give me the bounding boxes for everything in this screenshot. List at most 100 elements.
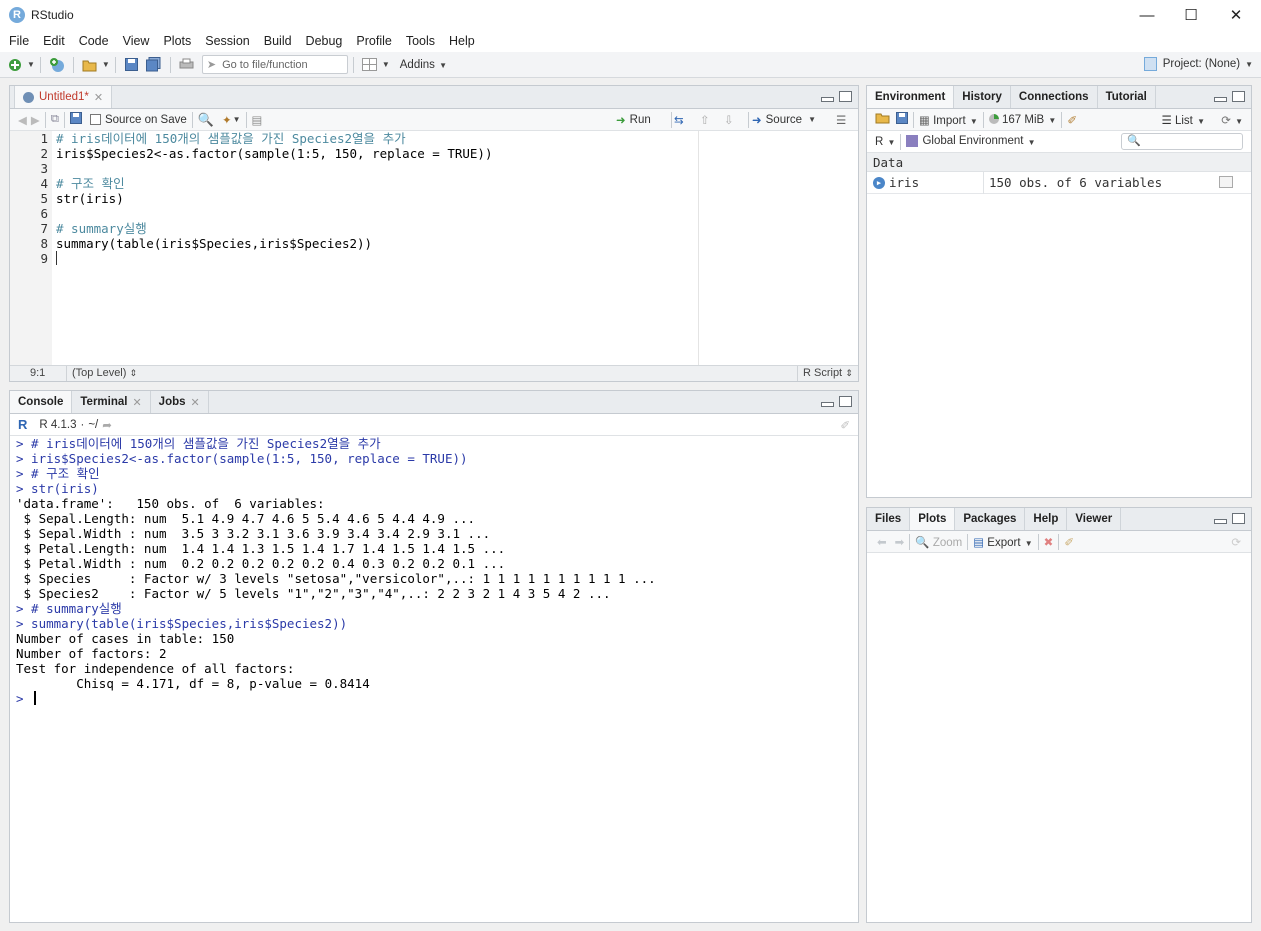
tab-environment[interactable]: Environment xyxy=(867,86,955,108)
minimize-pane-icon[interactable] xyxy=(1214,97,1227,102)
tab-environment-label: Environment xyxy=(875,91,946,103)
tab-history[interactable]: History xyxy=(954,86,1011,108)
back-icon[interactable]: ◀ xyxy=(18,113,27,127)
scope-selector[interactable]: (Top Level) ⇕ xyxy=(72,367,137,379)
remove-plot-icon[interactable]: ✖ xyxy=(1044,535,1054,549)
refresh-plot-icon[interactable]: ⟳ xyxy=(1231,535,1241,549)
import-dataset-button[interactable]: ▦ Import ▼ xyxy=(919,113,978,127)
console-output[interactable]: > # iris데이터에 150개의 샘플값을 가진 Species2열을 추가… xyxy=(10,436,858,922)
maximize-pane-icon[interactable] xyxy=(839,396,852,407)
close-tab-icon[interactable]: ✕ xyxy=(191,396,200,409)
new-file-icon[interactable] xyxy=(6,56,24,74)
project-menu[interactable]: Project: (None) ▼ xyxy=(1143,57,1253,71)
import-table-icon: ▦ xyxy=(919,114,930,127)
zoom-button[interactable]: 🔍 Zoom xyxy=(915,535,962,549)
open-folder-icon[interactable] xyxy=(81,56,99,74)
environment-row[interactable]: ▶ iris 150 obs. of 6 variables xyxy=(867,172,1251,194)
tab-jobs[interactable]: Jobs ✕ xyxy=(151,391,209,413)
close-button[interactable]: ✕ xyxy=(1213,0,1259,30)
tab-tutorial[interactable]: Tutorial xyxy=(1098,86,1156,108)
tab-viewer[interactable]: Viewer xyxy=(1067,508,1122,530)
toolbar-separator xyxy=(1037,533,1039,550)
environment-search-input[interactable]: 🔍 xyxy=(1121,133,1243,150)
code-area[interactable]: # iris데이터에 150개의 샘플값을 가진 Species2열을 추가 ir… xyxy=(56,131,858,365)
menu-view[interactable]: View xyxy=(116,34,157,48)
run-button[interactable]: ➜ Run xyxy=(616,113,651,127)
save-workspace-icon[interactable] xyxy=(896,112,908,127)
maximize-pane-icon[interactable] xyxy=(1232,91,1245,102)
close-tab-icon[interactable]: ✕ xyxy=(94,91,103,104)
source-button[interactable]: ➜ Source ▼ xyxy=(752,113,816,127)
menu-file[interactable]: File xyxy=(2,34,36,48)
new-file-caret-icon[interactable]: ▼ xyxy=(27,60,35,69)
tab-connections[interactable]: Connections xyxy=(1011,86,1098,108)
environment-selector[interactable]: Global Environment ▼ xyxy=(906,135,1036,148)
clear-plots-icon[interactable]: ✐ xyxy=(1064,535,1074,549)
find-icon[interactable]: 🔍 xyxy=(198,112,214,128)
memory-usage[interactable]: 167 MiB ▼ xyxy=(988,114,1056,126)
source-on-save-checkbox[interactable] xyxy=(89,114,101,125)
maximize-pane-icon[interactable] xyxy=(1232,513,1245,524)
view-data-icon[interactable] xyxy=(1219,176,1233,188)
menu-debug[interactable]: Debug xyxy=(299,34,350,48)
tab-console[interactable]: Console xyxy=(10,391,73,413)
menu-build[interactable]: Build xyxy=(257,34,299,48)
menu-session[interactable]: Session xyxy=(198,34,256,48)
go-down-icon[interactable]: ⇩ xyxy=(724,113,734,127)
minimize-pane-icon[interactable] xyxy=(1214,519,1227,524)
wd-arrow-icon[interactable]: ➦ xyxy=(102,418,112,432)
pane-layout-caret-icon[interactable]: ▼ xyxy=(382,60,390,69)
maximize-pane-icon[interactable] xyxy=(839,91,852,102)
goto-file-input[interactable]: ➤ Go to file/function xyxy=(201,55,348,74)
load-workspace-icon[interactable] xyxy=(875,112,890,127)
language-selector[interactable]: R ▼ xyxy=(875,136,895,148)
menu-profile[interactable]: Profile xyxy=(349,34,398,48)
document-outline-icon[interactable]: ☰ xyxy=(836,113,846,127)
refresh-icon[interactable]: ⟳ ▼ xyxy=(1221,113,1243,127)
code-tools-caret-icon[interactable]: ▼ xyxy=(233,115,241,124)
code-line: # iris데이터에 150개의 샘플값을 가진 Species2열을 추가 xyxy=(56,131,406,146)
minimize-button[interactable]: — xyxy=(1124,0,1170,30)
pane-layout-icon[interactable] xyxy=(361,56,379,74)
list-view-button[interactable]: ☰ List ▼ xyxy=(1161,113,1205,127)
save-icon[interactable] xyxy=(69,112,82,127)
menu-edit[interactable]: Edit xyxy=(36,34,72,48)
tab-files[interactable]: Files xyxy=(867,508,911,530)
close-tab-icon[interactable]: ✕ xyxy=(132,396,141,409)
minimize-pane-icon[interactable] xyxy=(821,97,834,102)
compile-report-icon[interactable]: ▤ xyxy=(252,113,263,127)
tab-untitled1[interactable]: Untitled1* ✕ xyxy=(14,86,113,108)
go-up-icon[interactable]: ⇧ xyxy=(700,113,710,127)
scope-label: (Top Level) xyxy=(72,367,127,379)
export-button[interactable]: ▤ Export ▼ xyxy=(973,535,1032,549)
tab-packages[interactable]: Packages xyxy=(955,508,1026,530)
print-icon[interactable] xyxy=(178,56,196,74)
console-output-line: Chisq = 4.171, df = 8, p-value = 0.8414 xyxy=(16,676,370,691)
save-all-icon[interactable] xyxy=(145,56,163,74)
maximize-button[interactable]: ☐ xyxy=(1168,0,1214,30)
file-type-selector[interactable]: R Script ⇕ xyxy=(803,367,853,379)
code-editor[interactable]: 123456789 # iris데이터에 150개의 샘플값을 가진 Speci… xyxy=(10,131,858,365)
tab-plots[interactable]: Plots xyxy=(910,508,956,530)
new-project-icon[interactable] xyxy=(48,56,66,74)
menu-tools[interactable]: Tools xyxy=(399,34,442,48)
minimize-pane-icon[interactable] xyxy=(821,402,834,407)
next-plot-icon[interactable]: ➡ xyxy=(895,535,905,549)
working-directory[interactable]: ~/ xyxy=(88,419,98,431)
code-tools-wand-icon[interactable]: ✦ xyxy=(222,113,232,127)
menu-code[interactable]: Code xyxy=(72,34,116,48)
save-icon[interactable] xyxy=(123,56,141,74)
expand-object-icon[interactable]: ▶ xyxy=(873,177,885,189)
clear-console-icon[interactable]: ✐ xyxy=(840,418,850,432)
menu-plots[interactable]: Plots xyxy=(156,34,198,48)
tab-terminal[interactable]: Terminal ✕ xyxy=(72,391,151,413)
rerun-icon[interactable]: ⇆ xyxy=(674,113,684,127)
show-in-window-icon[interactable]: ⧉ xyxy=(51,113,59,126)
previous-plot-icon[interactable]: ⬅ xyxy=(877,535,887,549)
addins-menu[interactable]: Addins ▼ xyxy=(400,59,447,71)
open-folder-caret-icon[interactable]: ▼ xyxy=(102,60,110,69)
tab-help[interactable]: Help xyxy=(1025,508,1068,530)
forward-icon[interactable]: ▶ xyxy=(31,113,40,127)
clear-workspace-icon[interactable]: ✐ xyxy=(1067,113,1077,127)
menu-help[interactable]: Help xyxy=(442,34,482,48)
